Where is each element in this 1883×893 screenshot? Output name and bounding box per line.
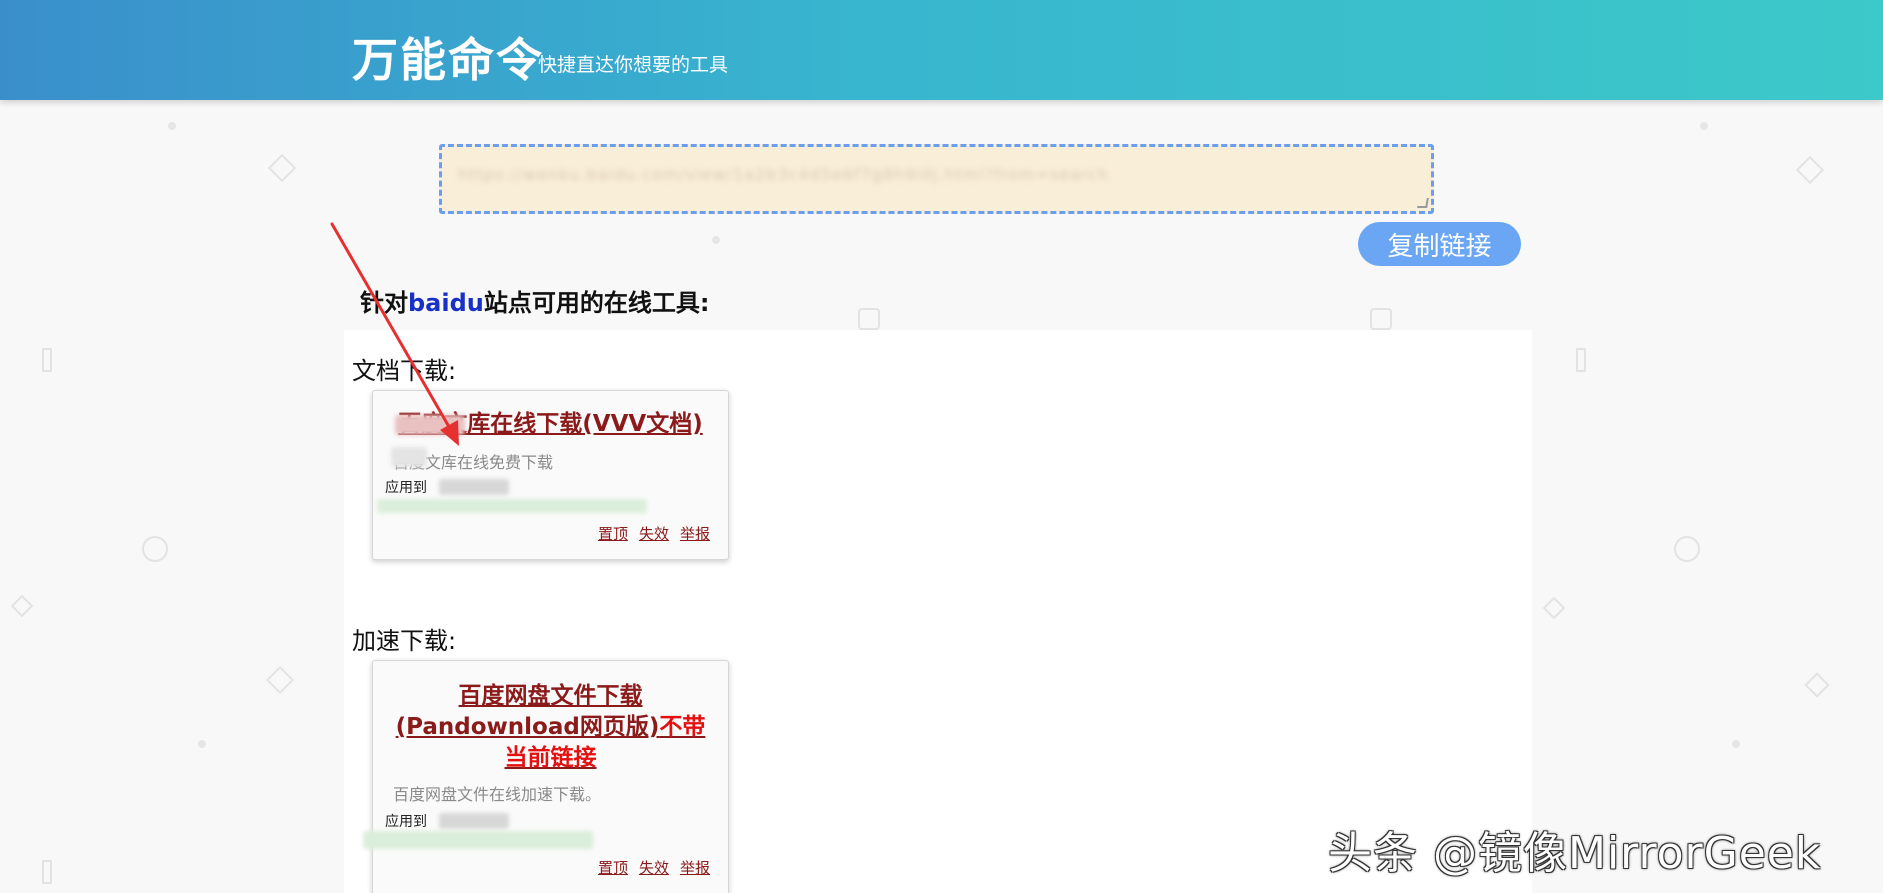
url-value: https://wenku.baidu.com/view/1a2b3c4d5e6… (458, 165, 1110, 184)
bg-circle (1674, 536, 1700, 562)
bg-diamond (1795, 155, 1825, 185)
bg-rect (42, 860, 52, 884)
bg-dot (712, 236, 720, 244)
mark-invalid-link[interactable]: 失效 (639, 859, 669, 877)
copy-link-button[interactable]: 复制链接 (1358, 222, 1521, 266)
bg-diamond (1804, 672, 1830, 698)
tool-card-title[interactable]: 百度网盘文件下载(Pandownload网页版)不带当前链接 (373, 681, 728, 774)
bg-circle (142, 536, 168, 562)
redacted-block (439, 479, 509, 495)
report-link[interactable]: 举报 (680, 525, 710, 543)
tool-card-title-text[interactable]: 百度网盘文件下载(Pandownload网页版) (396, 683, 660, 740)
bg-diamond (267, 153, 297, 183)
tool-card-actions: 置顶 失效 举报 (587, 857, 710, 878)
bg-dot (1732, 740, 1740, 748)
brand-slogan: 快捷直达你想要的工具 (538, 54, 729, 76)
category-label-accelerate: 加速下载: (352, 627, 457, 655)
redacted-block (395, 415, 465, 435)
redacted-block (439, 813, 509, 829)
bg-rect (1576, 348, 1586, 372)
bg-hex (858, 308, 880, 330)
brand-logo[interactable]: 万能命令 (352, 24, 544, 90)
bg-diamond (265, 665, 295, 695)
pin-top-link[interactable]: 置顶 (598, 859, 628, 877)
site-name: baidu (408, 289, 484, 317)
category-label-document: 文档下载: (352, 357, 457, 385)
bg-dot (1700, 122, 1708, 130)
tool-card-actions: 置顶 失效 举报 (587, 523, 710, 544)
watermark-text: 头条 @镜像MirrorGeek (1328, 828, 1822, 879)
site-header: 万能命令 快捷直达你想要的工具 (0, 0, 1883, 100)
section-title-suffix: 站点可用的在线工具: (483, 289, 710, 317)
bg-rect (42, 348, 52, 372)
bg-diamond (1542, 596, 1566, 620)
bg-dot (168, 122, 176, 130)
tool-card-apply-label: 应用到 (385, 814, 427, 830)
tool-card-desc: 百度网盘文件在线加速下载。 (393, 785, 602, 804)
redacted-block (363, 831, 593, 849)
bg-dot (198, 740, 206, 748)
section-title-prefix: 针对 (360, 289, 408, 317)
bg-diamond (10, 594, 34, 618)
tools-panel: 文档下载: 百度文库在线下载(VVV文档) 百度文库在线免费下载 应用到 置顶失… (344, 330, 1532, 893)
tool-card-pandownload: 百度网盘文件下载(Pandownload网页版)不带当前链接 百度网盘文件在线加… (363, 660, 729, 893)
redacted-block (377, 499, 647, 513)
resize-handle-icon[interactable] (1417, 198, 1429, 208)
pin-top-link[interactable]: 置顶 (598, 525, 628, 543)
tool-card-apply-label: 应用到 (385, 480, 427, 496)
tool-card-wenku: 百度文库在线下载(VVV文档) 百度文库在线免费下载 应用到 置顶 失效 举报 (372, 390, 729, 560)
mark-invalid-link[interactable]: 失效 (639, 525, 669, 543)
url-textarea[interactable]: https://wenku.baidu.com/view/1a2b3c4d5e6… (439, 144, 1434, 214)
redacted-block (391, 447, 427, 467)
report-link[interactable]: 举报 (680, 859, 710, 877)
bg-hex (1370, 308, 1392, 330)
tools-section-title: 针对baidu站点可用的在线工具: (360, 283, 709, 318)
